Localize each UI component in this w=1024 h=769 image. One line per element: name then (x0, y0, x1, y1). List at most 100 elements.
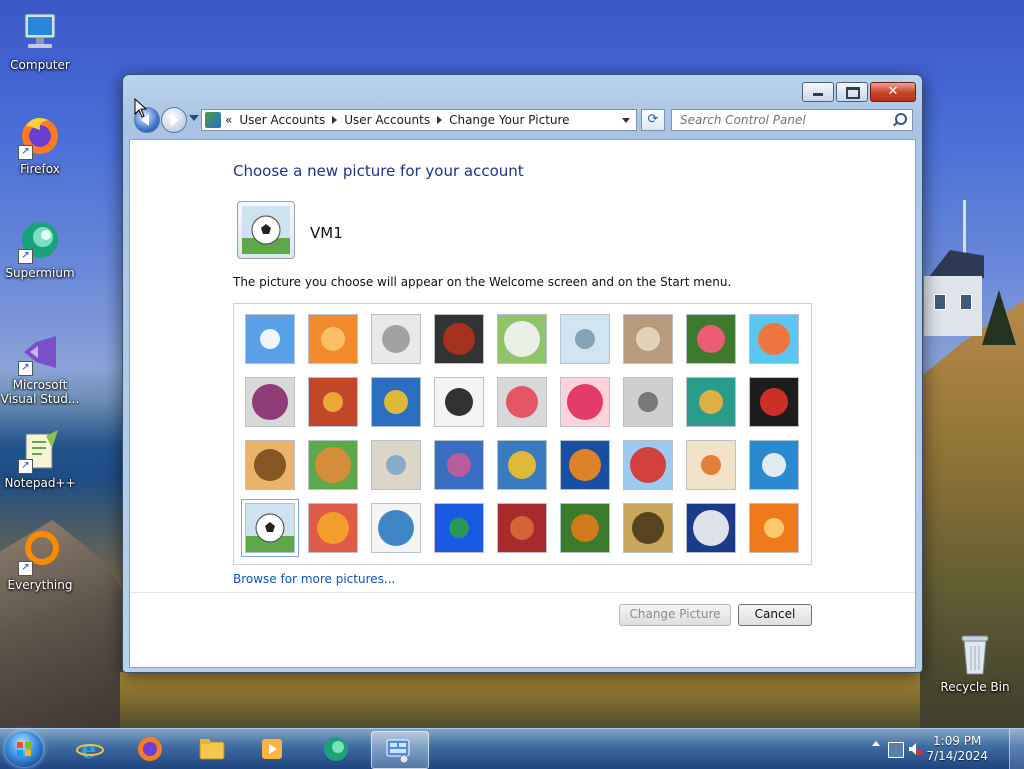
picture-jacks[interactable] (623, 377, 673, 427)
cancel-button[interactable]: Cancel (738, 604, 812, 626)
search-box[interactable] (671, 109, 913, 131)
picture-sailboat[interactable] (749, 440, 799, 490)
volume-muted-icon[interactable] (908, 742, 922, 756)
taskbar-internet-explorer[interactable]: e (64, 731, 116, 767)
address-bar[interactable]: « User Accounts User Accounts Change You… (201, 109, 637, 131)
forward-button[interactable] (161, 107, 187, 133)
hot-air-balloon-icon (624, 441, 672, 489)
desktop-icon-computer[interactable]: Computer (0, 8, 80, 72)
picture-rug-pattern[interactable] (497, 503, 547, 553)
clock[interactable]: 1:09 PM 7/14/2024 (926, 734, 988, 764)
everything-icon: ↗ (16, 528, 64, 576)
minimize-button[interactable] (802, 82, 834, 102)
taskbar-media-player[interactable] (246, 731, 298, 767)
lighthouse-icon (687, 504, 735, 552)
picture-star-lantern[interactable] (560, 377, 610, 427)
picture-lucky-cat[interactable] (497, 314, 547, 364)
refresh-button[interactable]: ⟳ (641, 109, 665, 131)
picture-woven-fabric[interactable] (308, 503, 358, 553)
picture-pomeranian[interactable] (308, 440, 358, 490)
firefox-icon: ↗ (16, 112, 64, 160)
spiral-shell-icon (624, 504, 672, 552)
picture-fabric-stripes[interactable] (308, 377, 358, 427)
start-button[interactable] (5, 731, 43, 767)
breadcrumb-user-accounts-1[interactable]: User Accounts (232, 113, 332, 127)
address-dropdown-icon[interactable] (622, 117, 630, 123)
firefox-icon (138, 737, 162, 761)
picture-guitar[interactable] (245, 440, 295, 490)
pomeranian-icon (309, 441, 357, 489)
picture-orange-flower[interactable] (749, 503, 799, 553)
sailboat-icon (750, 441, 798, 489)
taskbar-firefox[interactable] (124, 731, 176, 767)
picture-paper-crane[interactable] (749, 377, 799, 427)
picture-yellow-leaf[interactable] (371, 377, 421, 427)
internet-explorer-icon: e (76, 735, 104, 763)
tin-robot-icon (372, 441, 420, 489)
picture-window-frame[interactable] (434, 503, 484, 553)
search-icon[interactable] (895, 113, 907, 125)
picture-turntable[interactable] (434, 314, 484, 364)
picture-spiral-shell[interactable] (623, 503, 673, 553)
picture-pinwheel[interactable] (749, 314, 799, 364)
picture-scarves[interactable] (434, 440, 484, 490)
turntable-icon (435, 315, 483, 363)
show-hidden-icons-icon[interactable] (872, 741, 880, 746)
breadcrumb-overflow[interactable]: « (225, 113, 232, 127)
stairs-icon (687, 378, 735, 426)
picture-tin-robot[interactable] (371, 440, 421, 490)
picture-sunflower[interactable] (497, 440, 547, 490)
picture-soccer-ball[interactable] (241, 499, 299, 557)
pinwheel-icon (750, 315, 798, 363)
desktop-icon-supermium[interactable]: ↗ Supermium (0, 216, 80, 280)
picture-ball-purple[interactable] (245, 377, 295, 427)
refresh-icon: ⟳ (647, 112, 659, 127)
taskbar-control-panel[interactable] (371, 731, 429, 769)
supermium-icon: ↗ (16, 216, 64, 264)
yellow-leaf-icon (372, 378, 420, 426)
desktop-icon-everything[interactable]: ↗ Everything (0, 528, 80, 592)
clock-time: 1:09 PM (933, 734, 982, 748)
fabric-stripes-icon (309, 378, 357, 426)
search-input[interactable] (678, 110, 892, 130)
show-desktop-button[interactable] (1009, 729, 1024, 769)
picture-crayons[interactable] (497, 377, 547, 427)
jacks-icon (624, 378, 672, 426)
picture-roller-coaster[interactable] (245, 314, 295, 364)
desktop-icon-visual-studio[interactable]: ↗ Microsoft Visual Stud... (0, 328, 80, 406)
taskbar-supermium[interactable] (310, 731, 362, 767)
clock-date: 7/14/2024 (926, 749, 988, 763)
desktop-icon-notepadpp[interactable]: ↗ Notepad++ (0, 426, 80, 490)
picture-kitten[interactable] (623, 314, 673, 364)
recent-pages-dropdown[interactable] (189, 115, 199, 121)
picture-doll[interactable] (686, 440, 736, 490)
breadcrumb-user-accounts-2[interactable]: User Accounts (337, 113, 437, 127)
file-explorer-icon (199, 739, 225, 760)
desktop-icon-recycle-bin[interactable]: Recycle Bin (935, 630, 1015, 694)
change-picture-button[interactable]: Change Picture (619, 604, 731, 626)
gyroscope-icon (561, 315, 609, 363)
picture-flower-pink[interactable] (686, 314, 736, 364)
picture-hot-air-balloon[interactable] (623, 440, 673, 490)
butterfly-icon (561, 504, 609, 552)
soccer-ball-icon (242, 206, 290, 254)
picture-marbles[interactable] (371, 503, 421, 553)
desktop-icon-firefox[interactable]: ↗ Firefox (0, 112, 80, 176)
network-icon[interactable] (888, 742, 904, 758)
picture-dog-collie[interactable] (434, 377, 484, 427)
picture-stairs[interactable] (686, 377, 736, 427)
breadcrumb-change-your-picture[interactable]: Change Your Picture (442, 113, 576, 127)
control-panel-icon (205, 112, 221, 128)
picture-butterfly[interactable] (560, 503, 610, 553)
picture-gyroscope[interactable] (560, 314, 610, 364)
close-button[interactable]: ✕ (870, 82, 916, 102)
taskbar-file-explorer[interactable] (186, 731, 238, 767)
picture-starfish[interactable] (308, 314, 358, 364)
picture-robot-toy[interactable] (371, 314, 421, 364)
recycle-bin-icon (951, 630, 999, 678)
maximize-button[interactable] (836, 82, 868, 102)
picture-fish-orange[interactable] (560, 440, 610, 490)
browse-more-pictures-link[interactable]: Browse for more pictures... (233, 572, 395, 586)
picture-lighthouse[interactable] (686, 503, 736, 553)
windows-logo-icon (17, 742, 31, 756)
